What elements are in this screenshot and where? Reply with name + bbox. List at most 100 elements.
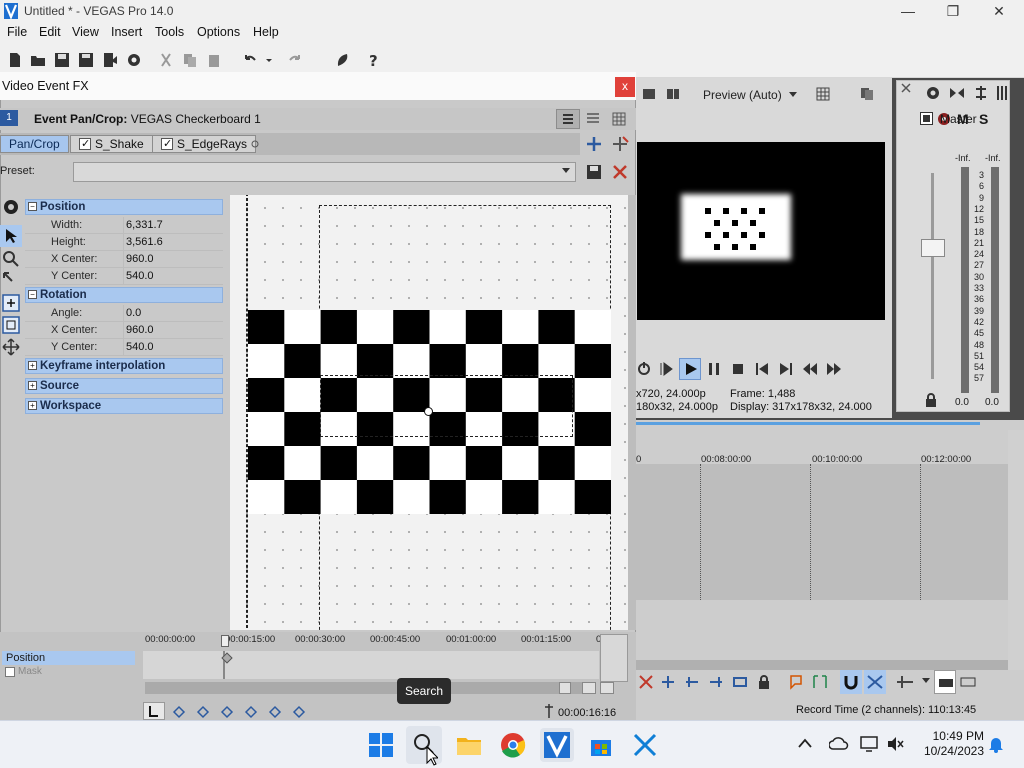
menu-help[interactable]: Help (253, 25, 279, 39)
preview-quality-dropdown[interactable]: Preview (Auto) (703, 88, 782, 102)
kf-zoom-in[interactable] (600, 682, 614, 694)
close-master-icon[interactable] (901, 83, 911, 93)
open-icon[interactable] (30, 52, 46, 68)
microsoft-store-icon[interactable] (588, 732, 614, 758)
preset-dropdown[interactable] (73, 162, 576, 182)
trim-icon[interactable] (660, 674, 676, 690)
split-screen-icon[interactable] (666, 87, 680, 101)
overlays-grid-icon[interactable] (816, 87, 830, 101)
display-icon[interactable] (860, 735, 878, 753)
menu-file[interactable]: File (7, 25, 27, 39)
move-freely-icon[interactable] (2, 294, 20, 312)
group-position[interactable]: − Position (25, 199, 223, 215)
selection-frame[interactable] (320, 375, 573, 437)
collapse-icon[interactable]: − (28, 202, 37, 211)
add-plugin-icon[interactable] (585, 135, 603, 153)
save-preset-icon[interactable] (585, 163, 603, 181)
remove-plugin-icon[interactable] (611, 135, 629, 153)
collapse-icon[interactable]: − (28, 290, 37, 299)
render-icon[interactable] (102, 52, 118, 68)
play-button[interactable] (679, 358, 701, 380)
preview-properties-icon[interactable] (642, 87, 656, 101)
enable-snapping-icon[interactable] (335, 52, 351, 68)
height-value[interactable]: 3,561.6 (123, 234, 223, 250)
system-clock[interactable]: 10:49 PM 10/24/2023 (920, 729, 984, 759)
chain-tab-pan-crop[interactable]: Pan/Crop (0, 135, 69, 153)
chain-tab-s-edgerays[interactable]: S_EdgeRays (152, 135, 257, 153)
loop-playback-icon[interactable] (636, 361, 652, 377)
center-handle[interactable] (424, 407, 433, 416)
snap-toggle[interactable] (840, 670, 862, 694)
group-keyframe-interpolation[interactable]: + Keyframe interpolation (25, 358, 223, 374)
lock-icon[interactable] (925, 393, 937, 407)
redo-icon[interactable] (287, 52, 303, 68)
lock-aspect-icon[interactable] (2, 316, 20, 334)
menu-view[interactable]: View (72, 25, 99, 39)
start-windows-icon[interactable] (368, 732, 394, 758)
new-project-icon[interactable] (7, 52, 23, 68)
undo-icon[interactable] (242, 52, 258, 68)
vertical-scrollbar[interactable] (1008, 430, 1024, 670)
compact-view-icon[interactable] (586, 112, 600, 126)
paste-icon[interactable] (206, 52, 222, 68)
go-to-start-icon[interactable] (754, 361, 770, 377)
preview-quality-chevron-down-icon[interactable] (789, 92, 797, 98)
width-value[interactable]: 6,331.7 (123, 217, 223, 233)
sync-cursor-button[interactable] (143, 702, 165, 720)
mask-checkbox[interactable] (5, 667, 15, 677)
normal-edit-tool[interactable] (0, 225, 22, 247)
delete-preset-icon[interactable] (611, 163, 629, 181)
expand-icon[interactable]: + (28, 401, 37, 410)
marker-icon[interactable] (788, 674, 804, 690)
rot-y-center-value[interactable]: 540.0 (123, 339, 223, 355)
stop-icon[interactable] (730, 361, 746, 377)
kf-horizontal-scrollbar[interactable] (145, 682, 593, 694)
trim-start-icon[interactable] (684, 674, 700, 690)
save-as-icon[interactable] (78, 52, 94, 68)
envelope-tool-icon[interactable] (960, 674, 976, 690)
kf-playhead[interactable] (221, 635, 229, 647)
s-shake-checkbox[interactable] (79, 136, 91, 153)
kf-row-mask[interactable]: Mask (2, 666, 135, 678)
ripple-chevron-down-icon[interactable] (922, 678, 930, 684)
master-fader-handle[interactable] (921, 239, 945, 257)
move-tool-icon[interactable] (2, 338, 20, 356)
region-icon[interactable] (812, 674, 828, 690)
delete-icon[interactable] (638, 674, 654, 690)
x-center-value[interactable]: 960.0 (123, 251, 223, 267)
master-properties-gear-icon[interactable] (925, 85, 941, 101)
settings-gear-icon[interactable] (2, 198, 20, 216)
dim-output-icon[interactable] (973, 85, 989, 101)
save-icon[interactable] (54, 52, 70, 68)
add-keyframe-cursor-icon[interactable] (2, 271, 20, 289)
downmix-icon[interactable] (949, 85, 965, 101)
dialog-title-bar[interactable]: Video Event FX (0, 72, 636, 100)
file-explorer-icon[interactable] (456, 732, 482, 758)
minimize-button[interactable]: — (893, 2, 923, 20)
keyframe-track[interactable] (143, 635, 599, 679)
close-button[interactable]: ✕ (984, 2, 1014, 20)
grid-view-icon[interactable] (612, 112, 626, 126)
cut-icon[interactable] (158, 52, 174, 68)
selection-tool[interactable] (934, 670, 956, 694)
notification-bell-icon[interactable] (988, 735, 1004, 753)
copy-snapshot-icon[interactable] (860, 87, 874, 101)
auto-ripple-toggle[interactable] (864, 670, 886, 694)
help-icon[interactable]: ? (367, 52, 383, 68)
undo-dropdown-icon[interactable] (264, 52, 274, 68)
kf-vertical-scroll[interactable] (600, 634, 628, 682)
menu-edit[interactable]: Edit (39, 25, 61, 39)
expand-icon[interactable]: + (28, 361, 37, 370)
angle-value[interactable]: 0.0 (123, 305, 223, 321)
keyframe-nav-icons[interactable] (172, 705, 312, 719)
cloud-status-icon[interactable] (829, 736, 849, 752)
kf-zoom-out[interactable] (582, 682, 596, 694)
y-center-value[interactable]: 540.0 (123, 268, 223, 284)
group-workspace[interactable]: + Workspace (25, 398, 223, 414)
play-from-start-icon[interactable] (658, 361, 674, 377)
canvas-scrollbar[interactable] (628, 195, 636, 630)
group-rotation[interactable]: − Rotation (25, 287, 223, 303)
s-edgerays-checkbox[interactable] (161, 136, 173, 153)
menu-options[interactable]: Options (197, 25, 240, 39)
trim-end-icon[interactable] (708, 674, 724, 690)
